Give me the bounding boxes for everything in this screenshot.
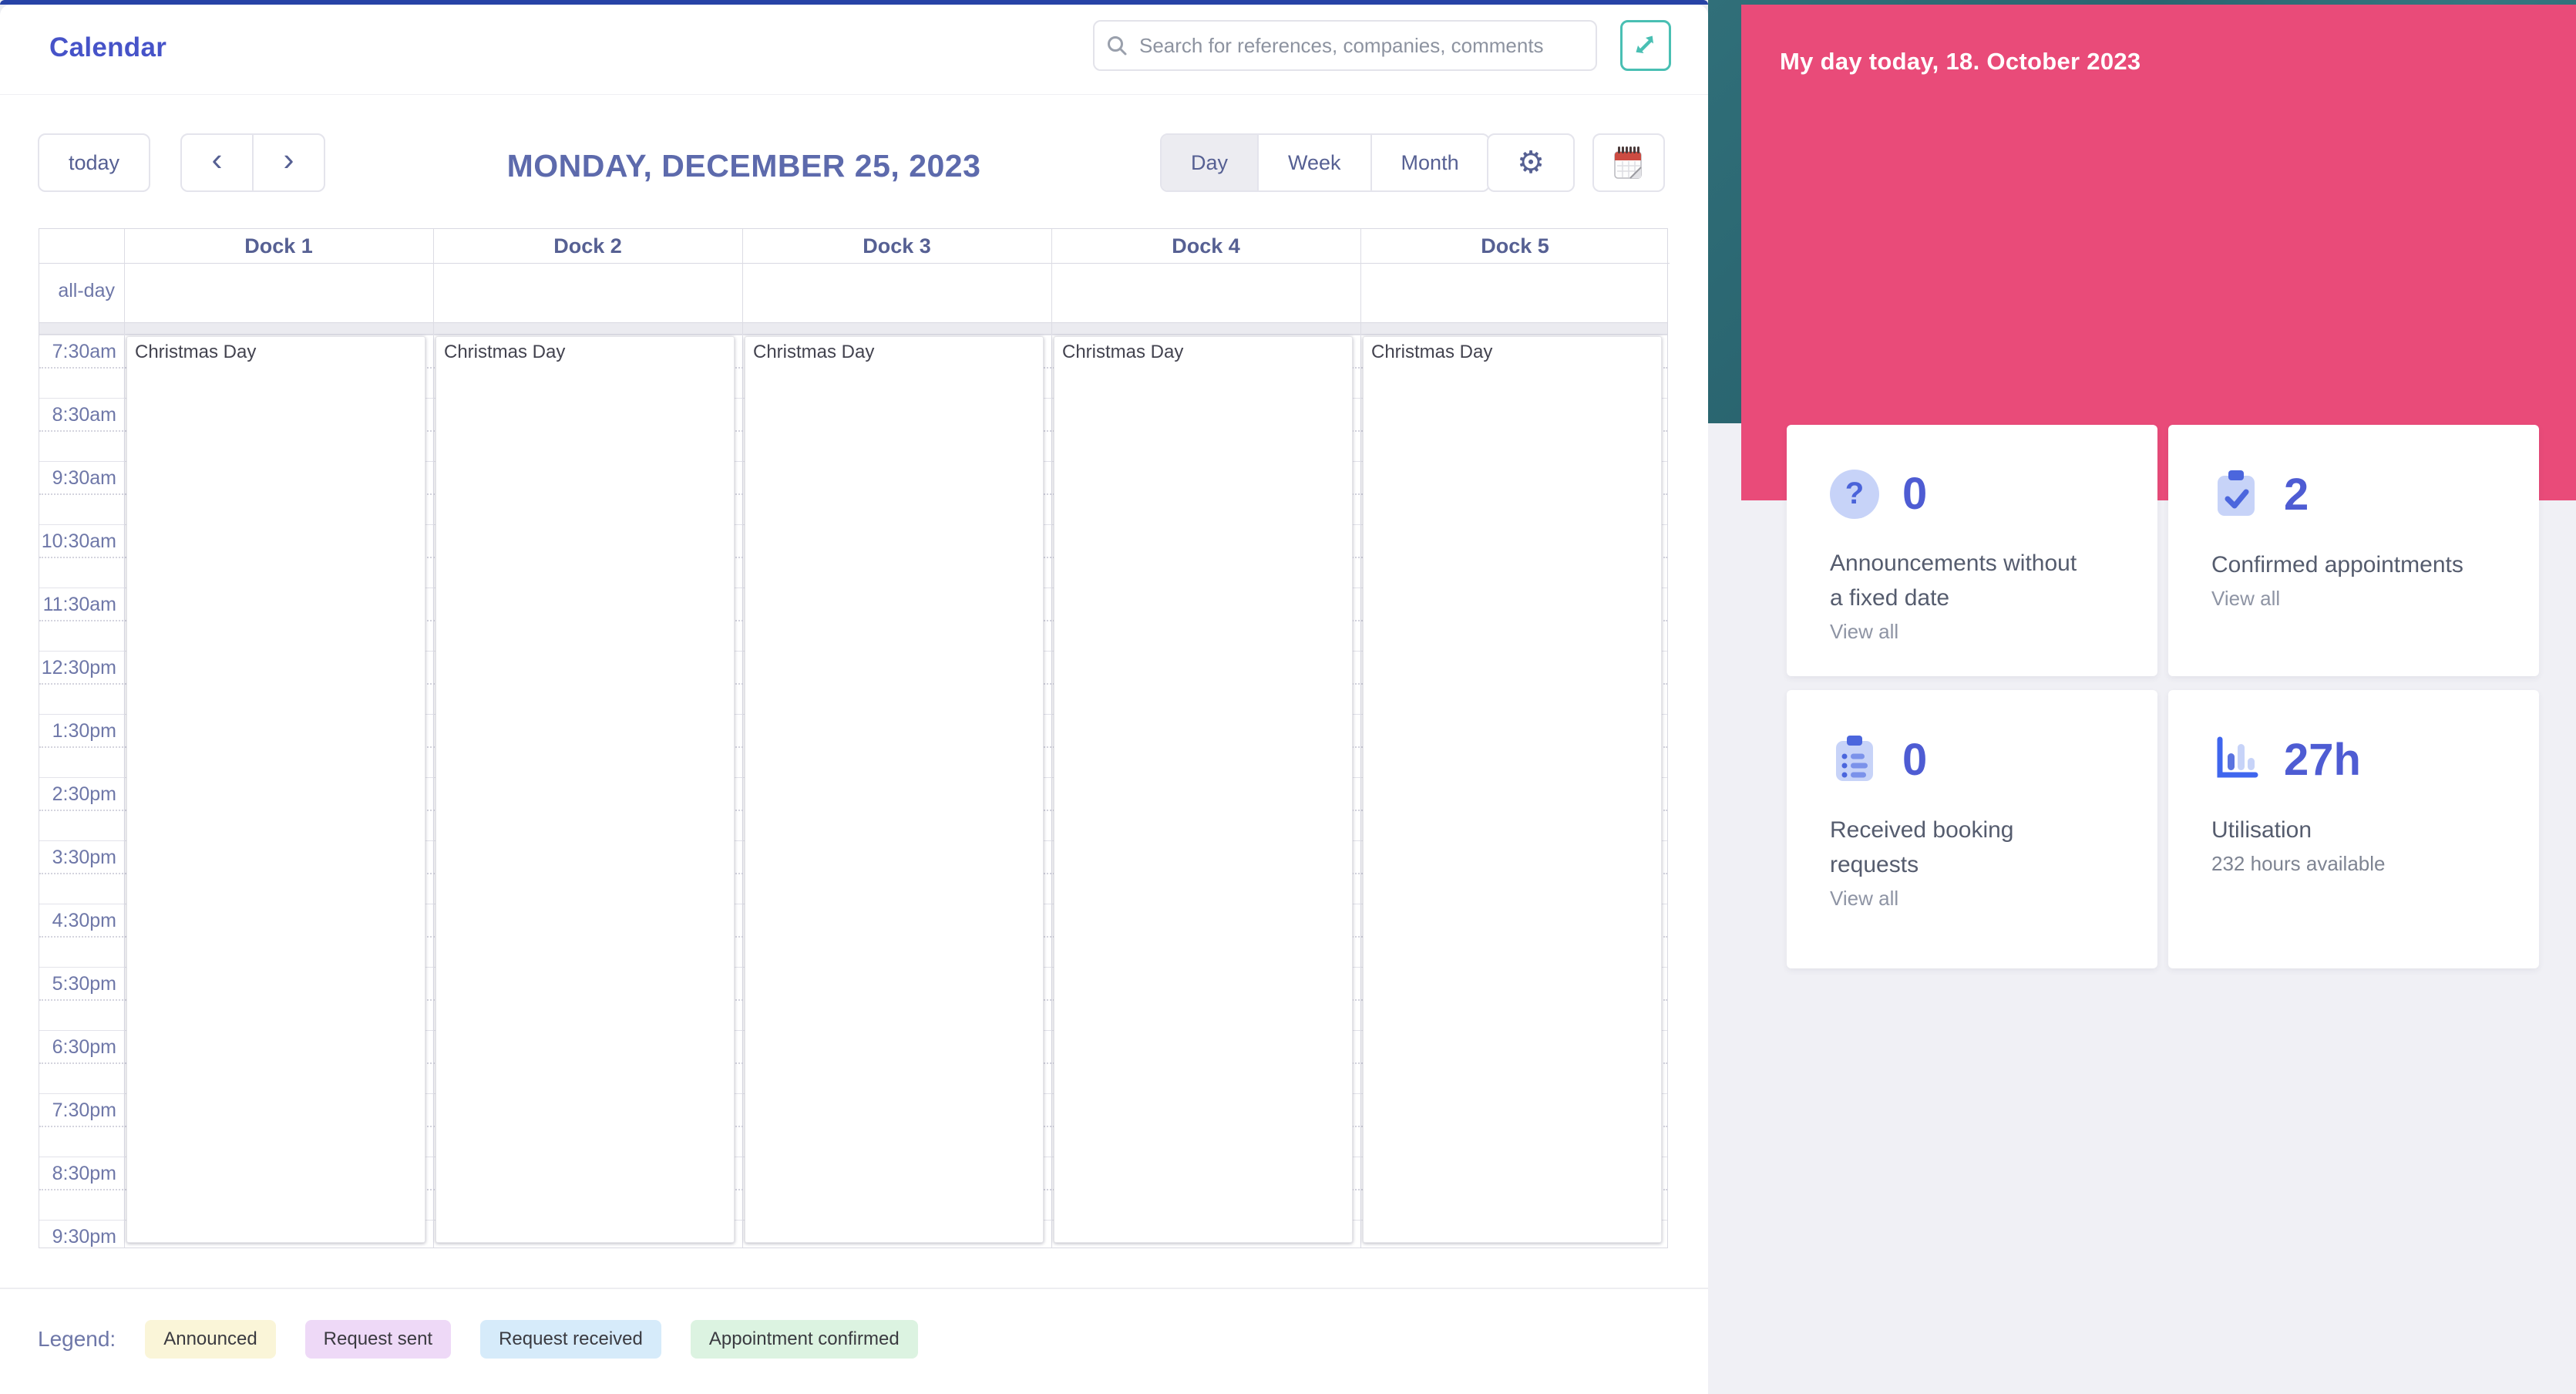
calendar-event[interactable]: Christmas Day <box>745 336 1044 1243</box>
calendar-event[interactable]: Christmas Day <box>126 336 425 1243</box>
time-label: 2:30pm <box>39 783 116 806</box>
all-day-row <box>39 264 1667 322</box>
legend-badge-request-received: Request received <box>480 1320 661 1359</box>
time-label: 8:30am <box>39 404 116 426</box>
search-icon <box>1105 34 1128 57</box>
calendar-event[interactable]: Christmas Day <box>1054 336 1353 1243</box>
event-title: Christmas Day <box>444 342 726 363</box>
dock-header-5: Dock 5 <box>1360 229 1670 264</box>
card-value: 2 <box>2284 469 2309 520</box>
card-value: 0 <box>1902 468 1927 520</box>
dock-header-2: Dock 2 <box>433 229 742 264</box>
my-day-card-1: ? 0 Announcements without a fixed date View… <box>1787 425 2157 676</box>
time-label: 3:30pm <box>39 847 116 869</box>
card-title: Confirmed appointments <box>2211 547 2466 582</box>
card-value: 27h <box>2284 734 2361 786</box>
time-label: 7:30am <box>39 341 116 363</box>
card-subtitle: 232 hours available <box>2211 852 2511 876</box>
view-all-link[interactable]: View all <box>1830 887 2130 911</box>
dock-header-1: Dock 1 <box>124 229 433 264</box>
time-label: 8:30pm <box>39 1163 116 1185</box>
legend-badge-announced: Announced <box>145 1320 275 1359</box>
date-nav-group: ‹ › <box>180 133 325 192</box>
view-tab-week[interactable]: Week <box>1257 135 1370 190</box>
settings-button[interactable]: ⚙ <box>1487 133 1575 192</box>
card-title: Announcements without a fixed date <box>1830 546 2084 615</box>
clipboard-list-icon <box>1830 733 1879 786</box>
time-label: 5:30pm <box>39 973 116 995</box>
event-title: Christmas Day <box>1062 342 1344 363</box>
dock-header-3: Dock 3 <box>742 229 1051 264</box>
legend-label: Legend: <box>38 1327 116 1352</box>
chevron-left-icon: ‹ <box>212 141 223 177</box>
event-title: Christmas Day <box>753 342 1035 363</box>
view-all-link[interactable]: View all <box>2211 587 2511 611</box>
expand-arrows-icon <box>1630 30 1661 61</box>
view-switcher: DayWeekMonth <box>1160 133 1490 192</box>
view-all-link[interactable]: View all <box>1830 620 2130 644</box>
legend-divider <box>0 1288 1708 1289</box>
gear-icon: ⚙ <box>1517 145 1545 180</box>
grid-corner-cell <box>39 229 124 264</box>
datepicker-button[interactable] <box>1592 133 1665 192</box>
my-day-card-4: 27h Utilisation 232 hours available <box>2168 690 2539 968</box>
calendar-panel: Calendar today ‹ › MONDAY, DECEMBER 25, … <box>0 5 1708 1394</box>
legend: Legend: Announced Request sent Request rec… <box>38 1320 918 1359</box>
day-grid: Dock 1Dock 2Dock 3Dock 4Dock 5 all-day 7:3… <box>39 228 1668 1248</box>
time-label: 9:30am <box>39 467 116 490</box>
card-value: 0 <box>1902 734 1927 786</box>
event-title: Christmas Day <box>135 342 417 363</box>
clipboard-check-icon <box>2211 468 2261 521</box>
my-day-title: My day today, 18. October 2023 <box>1780 48 2141 76</box>
dock-header-4: Dock 4 <box>1051 229 1360 264</box>
bar-chart-icon <box>2211 733 2261 786</box>
card-title: Utilisation <box>2211 813 2466 847</box>
page-title: Calendar <box>49 32 166 63</box>
question-circle-icon: ? <box>1830 470 1879 519</box>
view-tab-month[interactable]: Month <box>1370 135 1488 190</box>
event-title: Christmas Day <box>1371 342 1653 363</box>
current-date-title: MONDAY, DECEMBER 25, 2023 <box>308 148 1179 184</box>
legend-badge-appointment-confirmed: Appointment confirmed <box>691 1320 918 1359</box>
calendar-event[interactable]: Christmas Day <box>1363 336 1662 1243</box>
header-divider <box>0 94 1708 95</box>
app-root: Calendar today ‹ › MONDAY, DECEMBER 25, … <box>0 0 2576 1394</box>
time-label: 1:30pm <box>39 720 116 742</box>
search-box[interactable] <box>1093 20 1597 71</box>
today-button[interactable]: today <box>38 133 150 192</box>
all-day-label: all-day <box>39 280 115 302</box>
time-label: 11:30am <box>39 594 116 616</box>
search-input[interactable] <box>1138 33 1585 59</box>
time-label: 7:30pm <box>39 1099 116 1122</box>
my-day-card-2: 2 Confirmed appointments View all <box>2168 425 2539 676</box>
view-tab-day[interactable]: Day <box>1162 135 1257 190</box>
prev-day-button[interactable]: ‹ <box>182 135 254 190</box>
calendar-event[interactable]: Christmas Day <box>435 336 735 1243</box>
calendar-icon <box>1613 145 1645 180</box>
grid-divider <box>39 322 1667 335</box>
time-label: 6:30pm <box>39 1036 116 1059</box>
card-title: Received booking requests <box>1830 813 2084 882</box>
legend-badge-request-sent: Request sent <box>305 1320 451 1359</box>
time-label: 12:30pm <box>39 657 116 679</box>
chevron-right-icon: › <box>284 141 294 177</box>
time-label: 4:30pm <box>39 910 116 932</box>
my-day-cards: ? 0 Announcements without a fixed date View… <box>1787 425 2539 968</box>
expand-button[interactable] <box>1620 20 1671 71</box>
my-day-card-3: 0 Received booking requests View all <box>1787 690 2157 968</box>
time-label: 9:30pm <box>39 1226 116 1248</box>
time-label: 10:30am <box>39 530 116 553</box>
